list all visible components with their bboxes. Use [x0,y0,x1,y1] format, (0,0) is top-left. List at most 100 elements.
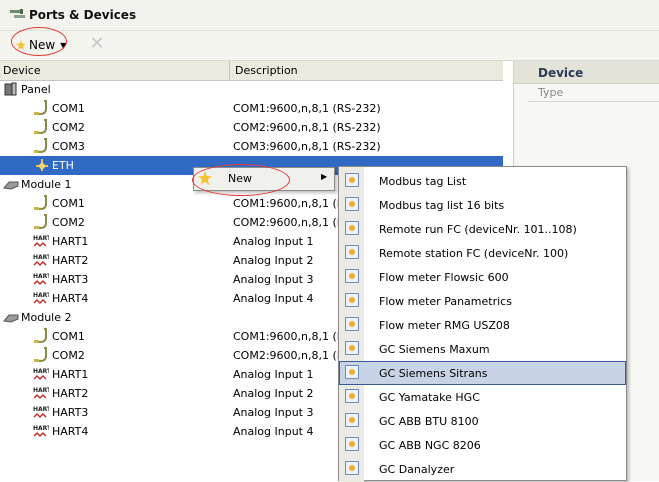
submenu-item-label: Flow meter RMG USZ08 [379,319,510,332]
tree-row-name: HART2 [52,254,89,267]
new-star-icon [198,171,212,185]
toolbar: New ▼ ✕ [0,31,659,61]
submenu-item[interactable]: Flow meter Panametrics [339,289,626,313]
tree-row-name: COM1 [52,330,85,343]
device-template-icon [345,245,359,259]
tree-row-name: HART1 [52,235,89,248]
submenu-item-label: Flow meter Panametrics [379,295,512,308]
module-icon [3,314,19,323]
submenu-item[interactable]: Flow meter RMG USZ08 [339,313,626,337]
submenu-item[interactable]: Flow meter Flowsic 600 [339,265,626,289]
submenu-item[interactable]: GC Yamatake HGC [339,385,626,409]
ethernet-icon [36,159,48,171]
properties-title: Device [538,66,584,80]
tree-row-name: HART1 [52,368,89,381]
svg-text:HART: HART [33,235,49,242]
tree-row-name: HART4 [52,292,89,305]
tree-row-panel[interactable]: Panel [0,80,503,99]
tree-row-name: HART4 [52,425,89,438]
tree-row-desc: Analog Input 1 [233,368,314,381]
tree-row-desc: COM1:9600,n,8,1 (RS-232) [233,102,381,115]
property-type-label: Type [538,86,564,99]
serial-port-icon [34,100,47,115]
submenu-item[interactable]: Remote station FC (deviceNr. 100) [339,241,626,265]
submenu-item[interactable]: GC ABB NGC 8206 [339,433,626,457]
submenu-item[interactable]: GC Danalyzer [339,457,626,481]
tree-row-desc: Analog Input 4 [233,425,314,438]
submenu-item-label: Modbus tag List [379,175,467,188]
device-template-icon [345,293,359,307]
tree-row-name: HART3 [52,406,89,419]
context-menu: New ▶ [193,167,335,191]
tree-row-name: COM2 [52,216,85,229]
tree-row-com3[interactable]: COM3 COM3:9600,n,8,1 (RS-232) [0,137,503,156]
submenu-item-label: Flow meter Flowsic 600 [379,271,509,284]
tree-row-desc: Analog Input 2 [233,254,314,267]
device-template-icon [345,197,359,211]
tree-row-desc: COM2:9600,n,8,1 (I [233,349,341,362]
tree-row-name: COM1 [52,197,85,210]
serial-port-icon [34,138,47,153]
submenu-item-label: GC Siemens Maxum [379,343,490,356]
delete-icon[interactable]: ✕ [88,35,106,53]
column-divider[interactable] [229,61,230,80]
device-template-icon [345,413,359,427]
svg-text:HART: HART [33,254,49,261]
tree-row-name: COM1 [52,102,85,115]
tree-row-name: HART2 [52,387,89,400]
submenu-item[interactable]: GC ABB BTU 8100 [339,409,626,433]
context-menu-item-new[interactable]: New ▶ [194,168,334,190]
window-title: Ports & Devices [29,8,137,22]
ports-devices-icon [10,9,25,18]
submenu-item-label: Modbus tag list 16 bits [379,199,505,212]
tree-row-desc: Analog Input 3 [233,406,314,419]
submenu-item[interactable]: Modbus tag List [339,169,626,193]
submenu-item-label: GC Siemens Sitrans [379,367,488,380]
svg-text:HART: HART [33,387,49,394]
new-button-label: New [29,38,56,52]
new-device-submenu: Modbus tag List Modbus tag list 16 bits … [338,166,627,482]
tree-row-name: COM2 [52,121,85,134]
submenu-item-label: GC ABB BTU 8100 [379,415,479,428]
hart-icon: HART [33,292,49,305]
serial-port-icon [34,328,47,343]
serial-port-icon [34,195,47,210]
window-title-bar: Ports & Devices [0,0,659,31]
hart-icon: HART [33,235,49,248]
hart-icon: HART [33,425,49,438]
device-template-icon [345,437,359,451]
svg-text:HART: HART [33,406,49,413]
device-template-icon [345,317,359,331]
device-template-icon [345,389,359,403]
submenu-arrow-icon: ▶ [321,172,328,181]
tree-row-name: Module 1 [21,178,72,191]
tree-row-name: COM2 [52,349,85,362]
submenu-item[interactable]: GC Siemens Maxum [339,337,626,361]
tree-row-com2[interactable]: COM2 COM2:9600,n,8,1 (RS-232) [0,118,503,137]
column-header-description[interactable]: Description [235,64,298,77]
tree-row-desc: Analog Input 1 [233,235,314,248]
hart-icon: HART [33,368,49,381]
tree-row-com1[interactable]: COM1 COM1:9600,n,8,1 (RS-232) [0,99,503,118]
submenu-item[interactable]: Remote run FC (deviceNr. 101..108) [339,217,626,241]
device-template-icon [345,269,359,283]
tree-row-desc: Analog Input 2 [233,387,314,400]
submenu-item-highlighted[interactable]: GC Siemens Sitrans [339,361,626,385]
svg-text:HART: HART [33,273,49,280]
svg-text:HART: HART [33,425,49,432]
tree-row-name: HART3 [52,273,89,286]
grid-header: Device Description [0,61,503,81]
serial-port-icon [34,347,47,362]
properties-header: Device [514,61,659,84]
tree-row-desc: COM3:9600,n,8,1 (RS-232) [233,140,381,153]
submenu-item-label: GC ABB NGC 8206 [379,439,481,452]
module-icon [3,181,19,190]
submenu-item[interactable]: Modbus tag list 16 bits [339,193,626,217]
hart-icon: HART [33,254,49,267]
submenu-item-label: Remote run FC (deviceNr. 101..108) [379,223,577,236]
divider [528,101,659,102]
tree-row-name: Module 2 [21,311,72,324]
new-button[interactable]: New ▼ [12,35,70,55]
column-header-device[interactable]: Device [3,64,41,77]
hart-icon: HART [33,387,49,400]
